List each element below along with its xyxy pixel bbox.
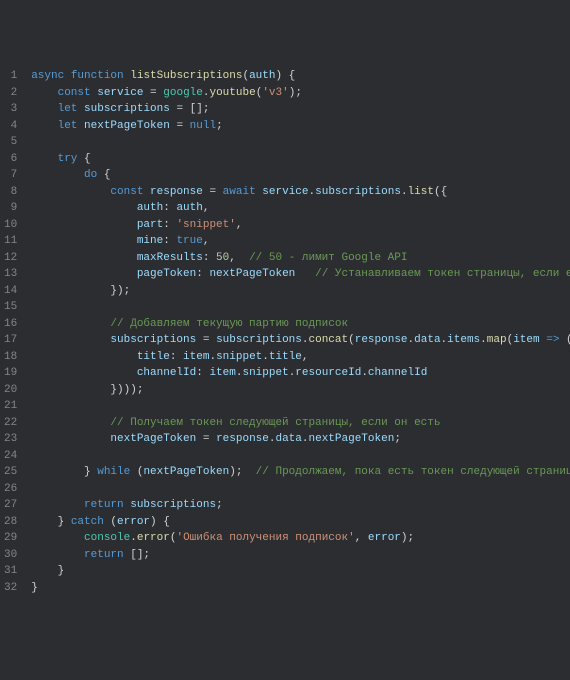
code-line[interactable]: } while (nextPageToken); // Продолжаем, … — [31, 464, 570, 481]
line-number: 8 — [4, 184, 17, 201]
code-line[interactable]: do { — [31, 167, 570, 184]
line-number: 13 — [4, 266, 17, 283]
line-number: 4 — [4, 118, 17, 135]
code-line[interactable]: return []; — [31, 547, 570, 564]
code-line[interactable]: nextPageToken = response.data.nextPageTo… — [31, 431, 570, 448]
code-line[interactable]: console.error('Ошибка получения подписок… — [31, 530, 570, 547]
line-number: 14 — [4, 283, 17, 300]
line-number: 26 — [4, 481, 17, 498]
code-line[interactable]: let nextPageToken = null; — [31, 118, 570, 135]
code-line[interactable]: return subscriptions; — [31, 497, 570, 514]
code-line[interactable]: channelId: item.snippet.resourceId.chann… — [31, 365, 570, 382]
line-number: 20 — [4, 382, 17, 399]
code-line[interactable]: // Добавляем текущую партию подписок — [31, 316, 570, 333]
code-editor[interactable]: 1234567891011121314151617181920212223242… — [0, 66, 570, 597]
line-number: 31 — [4, 563, 17, 580]
line-number: 24 — [4, 448, 17, 465]
code-line[interactable]: pageToken: nextPageToken // Устанавливае… — [31, 266, 570, 283]
line-number: 29 — [4, 530, 17, 547]
line-number: 10 — [4, 217, 17, 234]
code-line[interactable]: }))); — [31, 382, 570, 399]
code-line[interactable]: auth: auth, — [31, 200, 570, 217]
line-number: 15 — [4, 299, 17, 316]
code-line[interactable] — [31, 481, 570, 498]
line-number: 30 — [4, 547, 17, 564]
code-line[interactable] — [31, 448, 570, 465]
line-number: 12 — [4, 250, 17, 267]
line-number: 3 — [4, 101, 17, 118]
code-line[interactable]: } — [31, 580, 570, 597]
line-number: 28 — [4, 514, 17, 531]
code-line[interactable]: let subscriptions = []; — [31, 101, 570, 118]
line-number: 6 — [4, 151, 17, 168]
code-line[interactable] — [31, 299, 570, 316]
line-number: 21 — [4, 398, 17, 415]
line-number: 9 — [4, 200, 17, 217]
code-area[interactable]: async function listSubscriptions(auth) {… — [25, 66, 570, 597]
line-number: 18 — [4, 349, 17, 366]
code-line[interactable]: } — [31, 563, 570, 580]
line-number: 27 — [4, 497, 17, 514]
line-number: 1 — [4, 68, 17, 85]
code-line[interactable]: try { — [31, 151, 570, 168]
line-number: 25 — [4, 464, 17, 481]
code-line[interactable]: maxResults: 50, // 50 - лимит Google API — [31, 250, 570, 267]
code-line[interactable]: const service = google.youtube('v3'); — [31, 85, 570, 102]
line-number: 17 — [4, 332, 17, 349]
line-number: 2 — [4, 85, 17, 102]
code-line[interactable]: async function listSubscriptions(auth) { — [31, 68, 570, 85]
line-number: 16 — [4, 316, 17, 333]
code-line[interactable]: mine: true, — [31, 233, 570, 250]
code-line[interactable] — [31, 398, 570, 415]
code-line[interactable]: part: 'snippet', — [31, 217, 570, 234]
line-number: 19 — [4, 365, 17, 382]
code-line[interactable]: }); — [31, 283, 570, 300]
line-number-gutter: 1234567891011121314151617181920212223242… — [0, 66, 25, 597]
line-number: 5 — [4, 134, 17, 151]
code-line[interactable]: } catch (error) { — [31, 514, 570, 531]
line-number: 7 — [4, 167, 17, 184]
code-line[interactable]: subscriptions = subscriptions.concat(res… — [31, 332, 570, 349]
code-line[interactable]: title: item.snippet.title, — [31, 349, 570, 366]
code-line[interactable]: // Получаем токен следующей страницы, ес… — [31, 415, 570, 432]
line-number: 32 — [4, 580, 17, 597]
code-line[interactable] — [31, 134, 570, 151]
line-number: 11 — [4, 233, 17, 250]
line-number: 23 — [4, 431, 17, 448]
code-line[interactable]: const response = await service.subscript… — [31, 184, 570, 201]
line-number: 22 — [4, 415, 17, 432]
